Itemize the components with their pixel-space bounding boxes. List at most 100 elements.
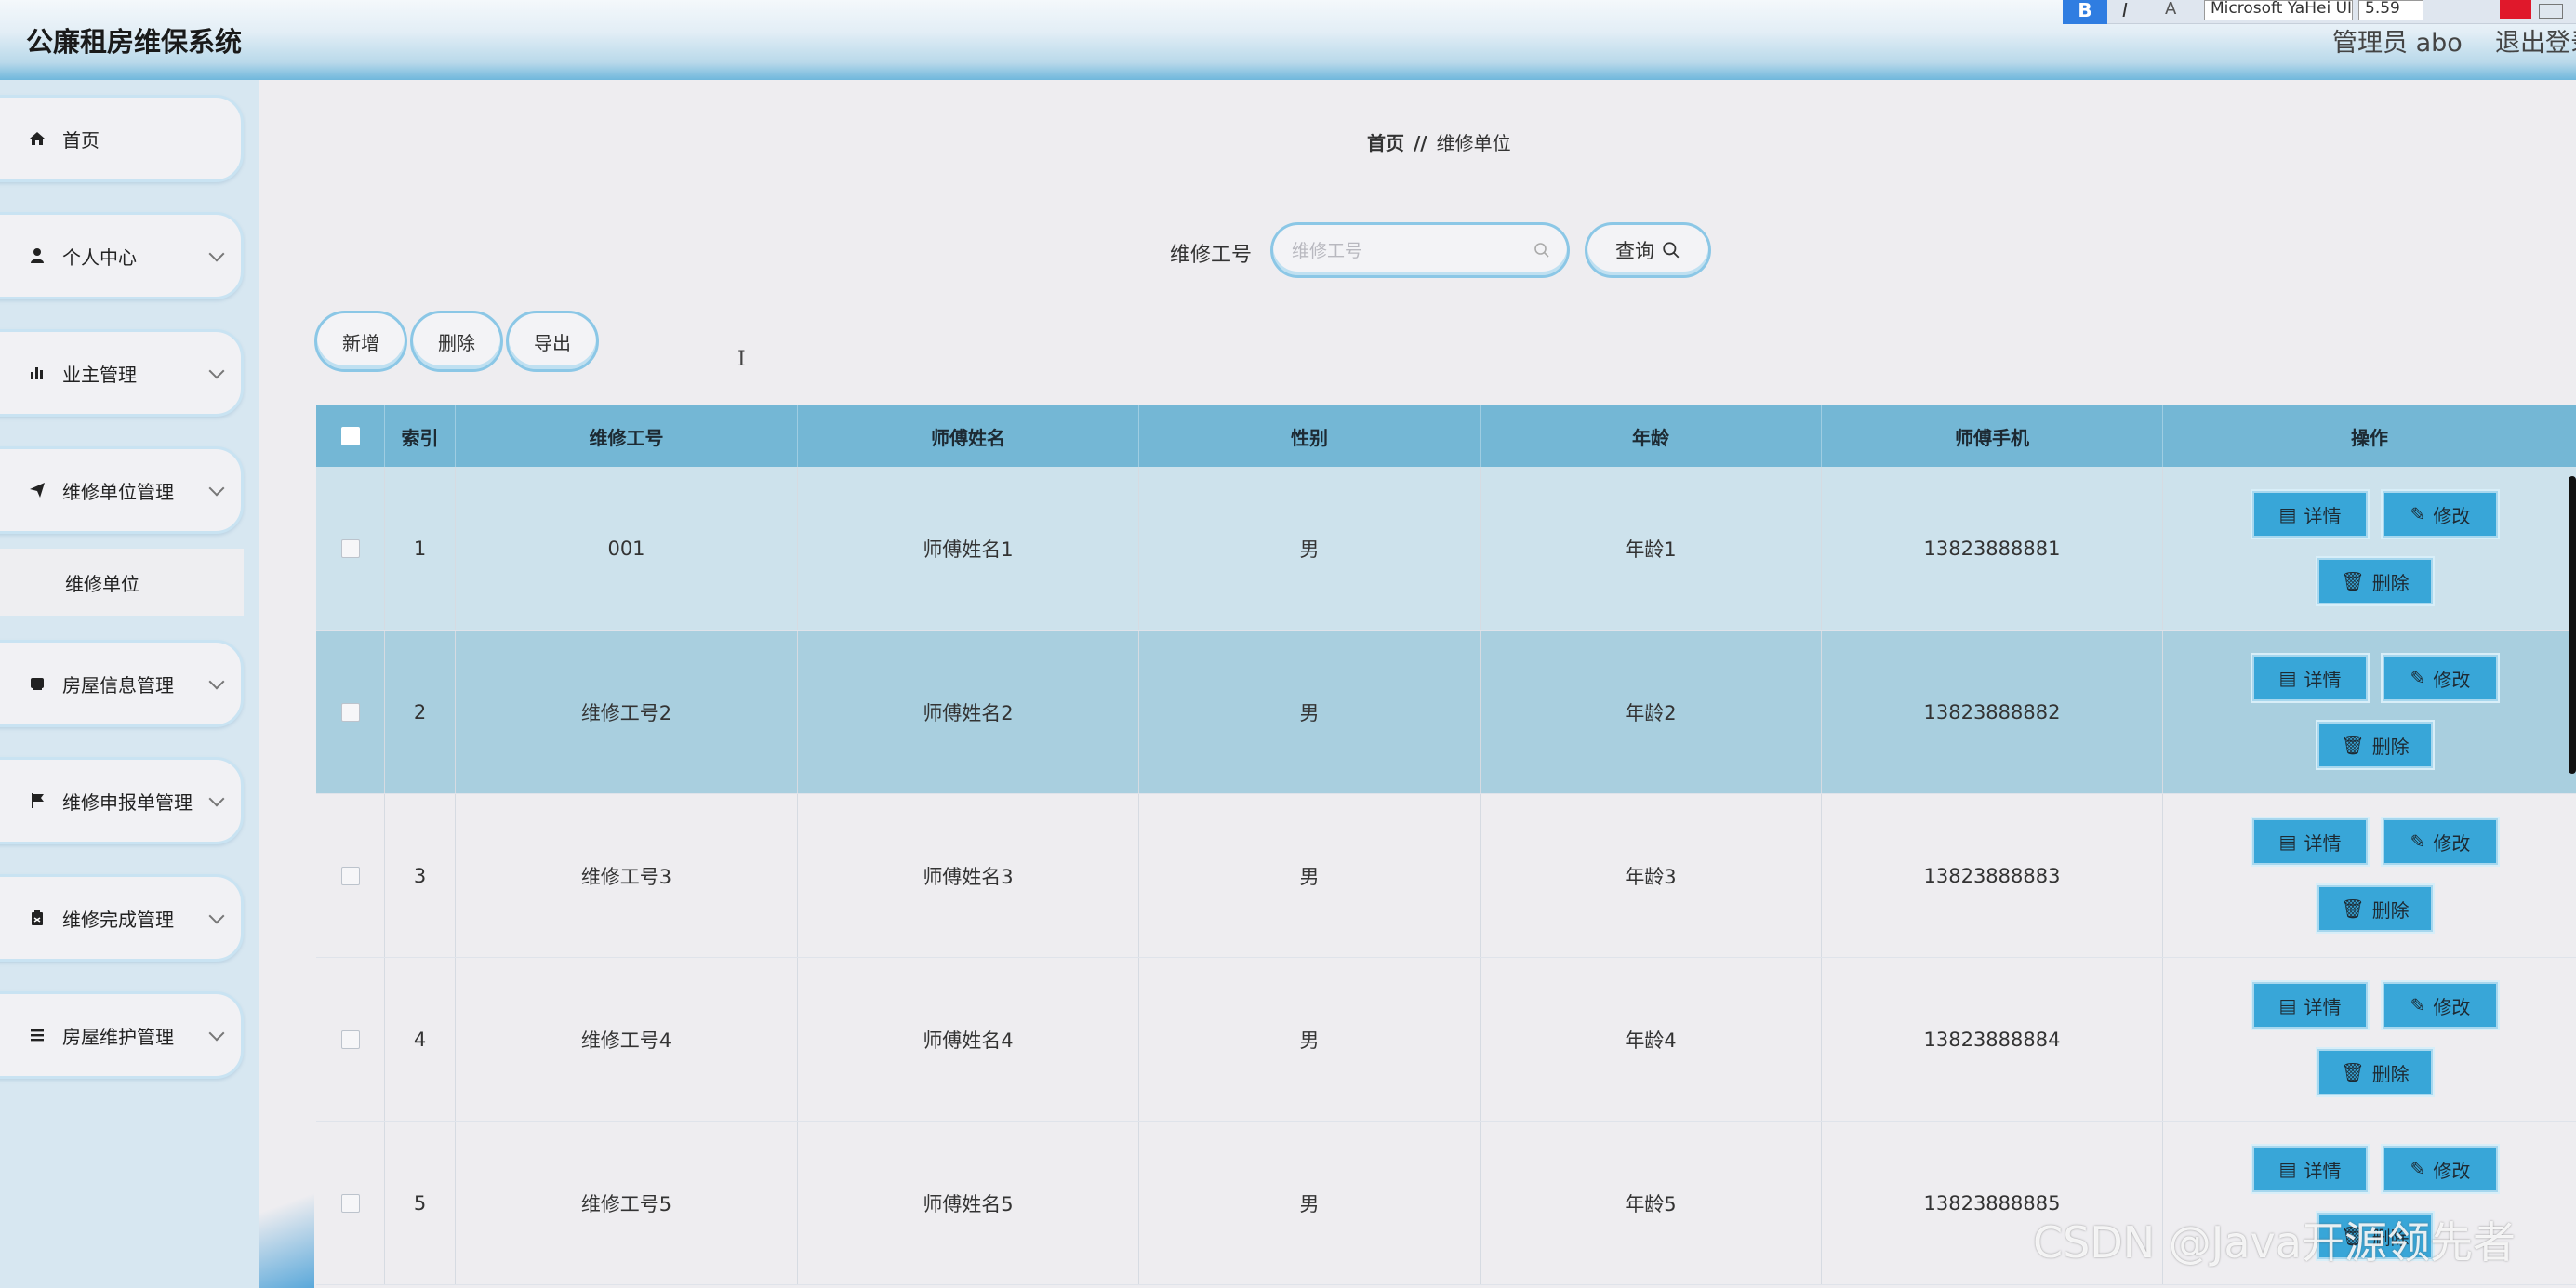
row-delete-button[interactable]: 🗑 删除 (2317, 885, 2433, 932)
detail-label: 详情 (2304, 831, 2342, 855)
inbox-icon (27, 673, 47, 694)
cell-operations: ▤ 详情 ✎ 修改 🗑 删除 (2163, 467, 2576, 630)
edit-label: 修改 (2433, 504, 2471, 527)
sidebar-item-repair-complete[interactable]: 维修完成管理 (0, 874, 244, 962)
pencil-icon: ✎ (2410, 830, 2426, 853)
column-header: 师傅姓名 (798, 405, 1139, 467)
flag-icon (27, 790, 47, 811)
query-button[interactable]: 查询 (1585, 222, 1711, 278)
detail-label: 详情 (2304, 995, 2342, 1018)
delete-button[interactable]: 删除 (410, 311, 503, 372)
delete-label: 删除 (2371, 735, 2410, 758)
delete-label: 删除 (2371, 1062, 2410, 1085)
document-icon: ▤ (2278, 503, 2297, 525)
clear-format-button[interactable]: A (2165, 0, 2176, 19)
row-checkbox[interactable] (340, 866, 360, 885)
sidebar-item-home[interactable]: 首页 (0, 95, 244, 182)
cell-sex: 男 (1139, 958, 1481, 1121)
vertical-scrollbar[interactable] (2569, 476, 2576, 774)
cell-age: 年龄3 (1481, 794, 1822, 957)
bold-button[interactable]: B (2063, 0, 2107, 24)
table-row[interactable]: 4 维修工号4 师傅姓名4 男 年龄4 13823888884 ▤ 详情 ✎ 修改 … (316, 958, 2576, 1122)
edit-label: 修改 (2433, 831, 2471, 855)
italic-button[interactable]: I (2122, 0, 2128, 20)
detail-button[interactable]: ▤ 详情 (2252, 1146, 2368, 1192)
decorative-wave (259, 1149, 314, 1288)
document-icon: ▤ (2278, 994, 2297, 1016)
current-user: 管理员 abo (2332, 29, 2463, 58)
logout-link[interactable]: 退出登录 (2495, 22, 2576, 59)
edit-label: 修改 (2433, 995, 2471, 1018)
detail-button[interactable]: ▤ 详情 (2252, 982, 2368, 1029)
sidebar-item-house-maintenance[interactable]: 房屋维护管理 (0, 991, 244, 1079)
column-header: 性别 (1139, 405, 1481, 467)
sidebar-item-label: 首页 (62, 128, 100, 152)
row-checkbox[interactable] (340, 1193, 360, 1213)
row-delete-button[interactable]: 🗑 删除 (2317, 558, 2433, 604)
breadcrumb-separator: // (1414, 132, 1427, 154)
data-table: 索引 维修工号 师傅姓名 性别 年龄 师傅手机 操作 1 001 师傅姓名1 男… (316, 405, 2576, 1285)
row-checkbox[interactable] (340, 1029, 360, 1049)
cell-phone: 13823888883 (1822, 794, 2163, 957)
sidebar-item-repair-requests[interactable]: 维修申报单管理 (0, 757, 244, 844)
detail-button[interactable]: ▤ 详情 (2252, 491, 2368, 538)
cell-sex: 男 (1139, 631, 1481, 793)
table-row[interactable]: 2 维修工号2 师傅姓名2 男 年龄2 13823888882 ▤ 详情 ✎ 修改 … (316, 631, 2576, 794)
chevron-down-icon (208, 908, 225, 924)
breadcrumb-home[interactable]: 首页 (1367, 132, 1404, 154)
cell-repair-id: 维修工号4 (456, 958, 798, 1121)
sidebar-item-profile[interactable]: 个人中心 (0, 212, 244, 299)
edit-button[interactable]: ✎ 修改 (2383, 818, 2498, 865)
sidebar-item-label: 维修单位管理 (62, 480, 174, 503)
chevron-down-icon (208, 673, 225, 690)
row-delete-button[interactable]: 🗑 删除 (2317, 1049, 2433, 1095)
select-all-checkbox[interactable] (340, 427, 360, 445)
edit-button[interactable]: ✎ 修改 (2383, 491, 2498, 538)
row-checkbox[interactable] (340, 538, 360, 558)
table-row[interactable]: 3 维修工号3 师傅姓名3 男 年龄3 13823888883 ▤ 详情 ✎ 修改 … (316, 794, 2576, 958)
cell-name: 师傅姓名5 (798, 1122, 1139, 1284)
sidebar-item-repair-units[interactable]: 维修单位管理 (0, 446, 244, 534)
cell-age: 年龄1 (1481, 467, 1822, 630)
cell-phone: 13823888881 (1822, 467, 2163, 630)
sidebar-item-house-info[interactable]: 房屋信息管理 (0, 640, 244, 727)
font-family-select[interactable]: Microsoft YaHei UI (2204, 0, 2353, 20)
font-color-swatch[interactable] (2500, 0, 2531, 19)
table-grid-icon[interactable] (2539, 4, 2563, 19)
pencil-icon: ✎ (2410, 503, 2426, 525)
detail-button[interactable]: ▤ 详情 (2252, 655, 2368, 701)
cell-sex: 男 (1139, 467, 1481, 630)
detail-button[interactable]: ▤ 详情 (2252, 818, 2368, 865)
table-row[interactable]: 1 001 师傅姓名1 男 年龄1 13823888881 ▤ 详情 ✎ 修改 🗑 删… (316, 467, 2576, 631)
chevron-down-icon (208, 363, 225, 379)
add-button[interactable]: 新增 (314, 311, 407, 372)
edit-button[interactable]: ✎ 修改 (2383, 982, 2498, 1029)
column-header: 操作 (2351, 426, 2388, 449)
cell-repair-id: 001 (456, 467, 798, 630)
chevron-down-icon (208, 246, 225, 262)
font-size-select[interactable]: 5.59 (2358, 0, 2423, 20)
sidebar-item-label: 业主管理 (62, 363, 137, 386)
sidebar-item-label: 维修申报单管理 (62, 790, 193, 814)
cell-operations: ▤ 详情 ✎ 修改 🗑 删除 (2163, 794, 2576, 957)
pencil-icon: ✎ (2410, 667, 2426, 689)
sidebar-item-label: 房屋信息管理 (62, 673, 174, 697)
edit-button[interactable]: ✎ 修改 (2383, 655, 2498, 701)
delete-label: 删除 (2371, 898, 2410, 922)
row-checkbox-cell (316, 958, 385, 1121)
chevron-down-icon (208, 480, 225, 497)
column-header: 维修工号 (456, 405, 798, 467)
breadcrumb-current: 维修单位 (1436, 132, 1511, 154)
row-delete-button[interactable]: 🗑 删除 (2317, 722, 2433, 768)
sidebar-subitem-repair-unit[interactable]: 维修单位 (0, 549, 244, 616)
edit-button[interactable]: ✎ 修改 (2383, 1146, 2498, 1192)
sidebar-item-owners[interactable]: 业主管理 (0, 329, 244, 417)
text-cursor-icon: I (737, 348, 746, 371)
query-button-label: 查询 (1615, 240, 1654, 262)
export-button[interactable]: 导出 (506, 311, 599, 372)
cell-index: 1 (385, 467, 456, 630)
row-checkbox[interactable] (340, 702, 360, 722)
search-input[interactable] (1292, 238, 1524, 264)
cell-index: 2 (385, 631, 456, 793)
delete-label: 删除 (2371, 571, 2410, 594)
